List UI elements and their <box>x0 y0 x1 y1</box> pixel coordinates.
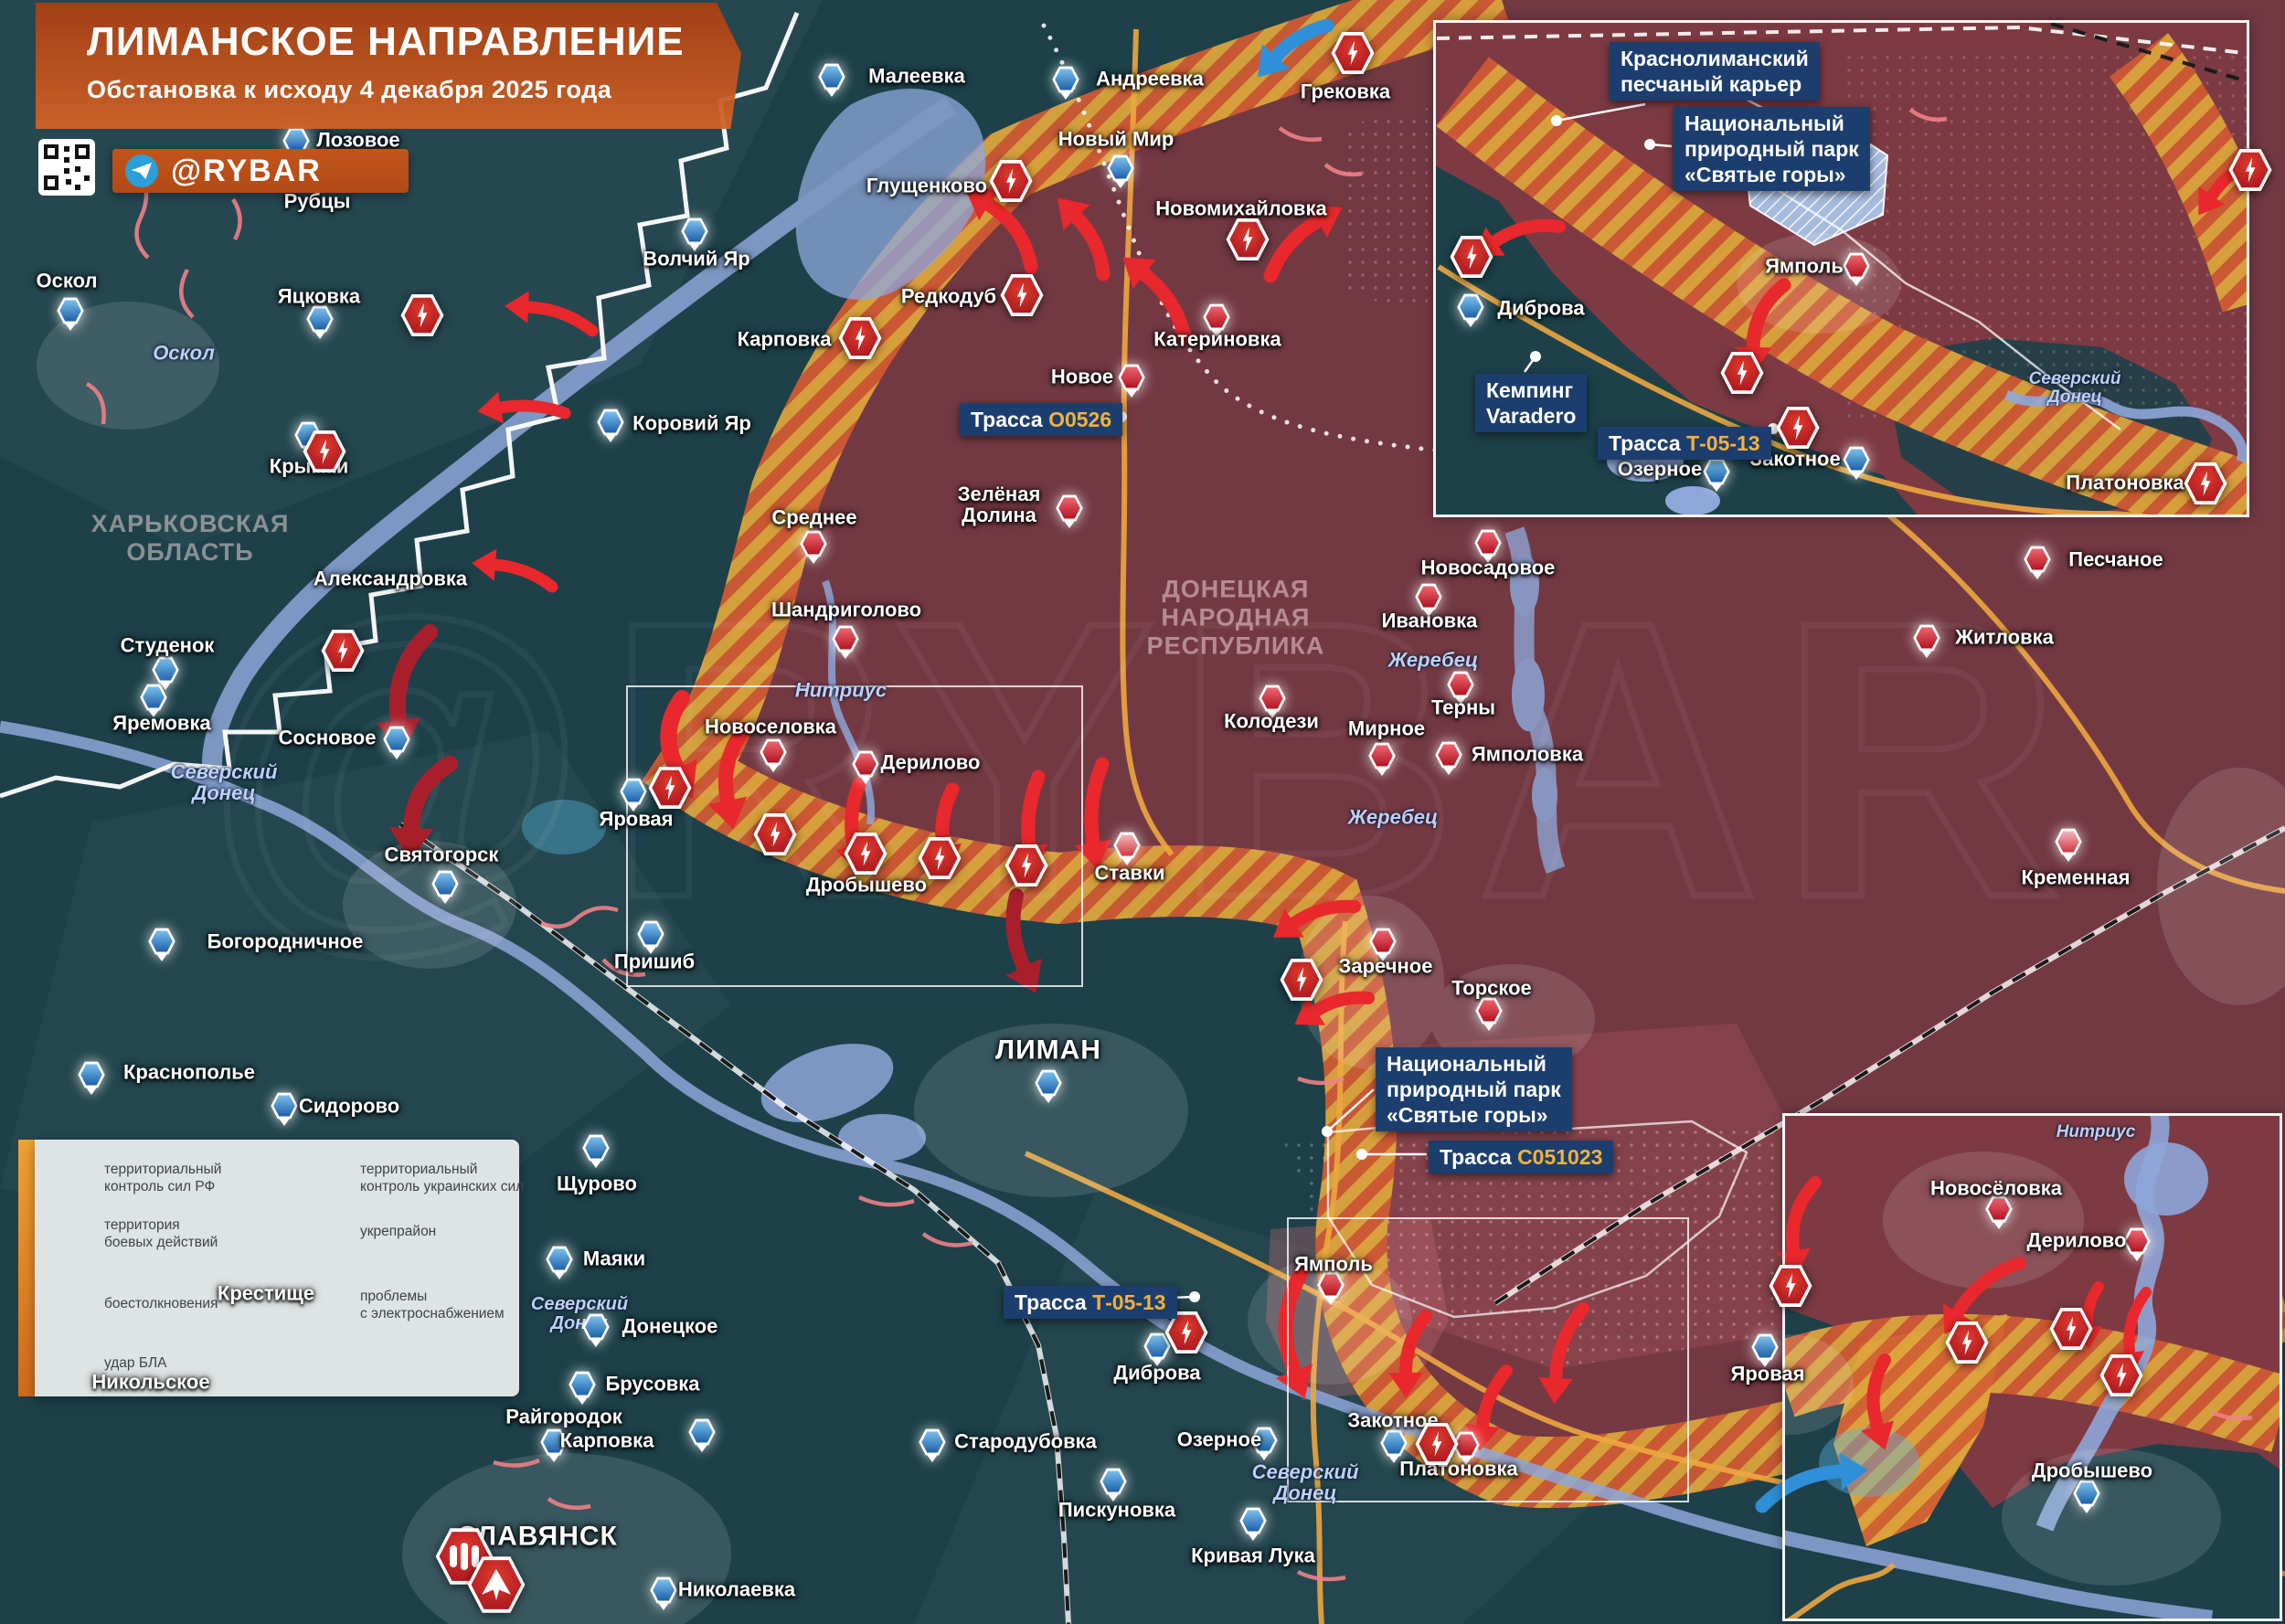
telegram-handle: @RYBAR <box>171 153 322 188</box>
attack-arrow <box>494 399 571 419</box>
legend-label: удар БЛА <box>104 1355 167 1371</box>
inset-bottomright-frame <box>1782 1113 2282 1621</box>
legend-label: территория боевых действий <box>104 1217 218 1251</box>
legend-label: проблемы с электроснабжением <box>360 1289 505 1322</box>
legend-label: территориальный контроль украинских сил <box>360 1162 525 1195</box>
watermark: @RYBAR <box>205 541 2080 980</box>
legend-label: территориальный контроль сил РФ <box>104 1162 222 1195</box>
legend-label: укрепрайон <box>360 1224 437 1239</box>
page-subtitle: Обстановка к исходу 4 декабря 2025 года <box>87 76 612 103</box>
inset-source-rect-yampol <box>1287 1217 1689 1502</box>
info-box-connector-dot <box>1189 1291 1200 1302</box>
info-box-connector-dot <box>1356 1149 1367 1160</box>
qr-code <box>38 139 95 196</box>
qr-pattern <box>44 144 90 190</box>
inset-topright-frame <box>1433 20 2249 517</box>
title-banner: ЛИМАНСКОЕ НАПРАВЛЕНИЕ Обстановка к исход… <box>36 3 741 129</box>
info-box-connector-dot <box>1322 1126 1333 1137</box>
info-box-connector-dot <box>1116 411 1127 422</box>
telegram-badge: @RYBAR <box>112 149 409 193</box>
legend-accent-bar <box>18 1140 35 1396</box>
legend-label: боестолкновения <box>104 1296 218 1311</box>
situation-map: @RYBAR территориальный контроль сил РФ т… <box>0 0 2285 1624</box>
page-title: ЛИМАНСКОЕ НАПРАВЛЕНИЕ <box>87 19 685 64</box>
telegram-icon <box>125 154 158 187</box>
inset-source-rect-yarovaya <box>626 685 1083 987</box>
